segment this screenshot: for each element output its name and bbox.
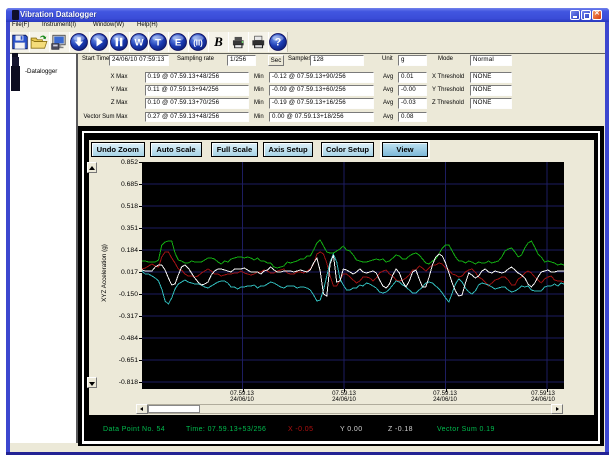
- svg-text:E: E: [175, 38, 181, 49]
- svg-text:W: W: [134, 38, 143, 49]
- svg-text:?: ?: [274, 37, 281, 49]
- svg-text:(II): (II): [193, 39, 203, 48]
- svg-text:T: T: [156, 38, 162, 49]
